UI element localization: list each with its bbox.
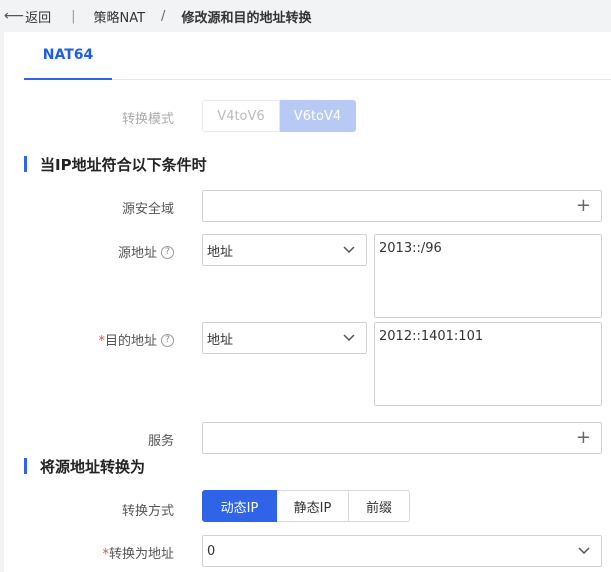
- add-icon[interactable]: +: [576, 429, 591, 447]
- help-icon[interactable]: ?: [161, 334, 174, 347]
- breadcrumb-slash: /: [161, 8, 166, 24]
- conversion-mode-label: 转换模式: [121, 112, 174, 127]
- condition-section-title: 当IP地址符合以下条件时: [24, 154, 207, 175]
- chevron-down-icon: [343, 246, 355, 254]
- dest-address-label: *目的地址?: [4, 330, 174, 349]
- conversion-mode-segmented: V4toV6 V6toV4: [202, 100, 356, 132]
- mode-v6tov4-option[interactable]: V6toV4: [280, 100, 356, 132]
- dest-address-type-value: 地址: [207, 332, 234, 348]
- form-panel: NAT64 转换模式 V4toV6 V6toV4 当IP地址符合以下条件时 源安…: [4, 32, 611, 572]
- help-icon[interactable]: ?: [161, 246, 174, 259]
- back-arrow-icon: ⟵: [4, 8, 25, 24]
- mode-v4tov6-option[interactable]: V4toV6: [202, 100, 280, 132]
- breadcrumb-current: 修改源和目的地址转换: [181, 10, 312, 26]
- chevron-down-icon: [578, 547, 590, 555]
- method-dynamic-ip-option[interactable]: 动态IP: [202, 490, 277, 522]
- method-static-ip-option[interactable]: 静态IP: [277, 490, 349, 522]
- translate-to-select[interactable]: 0: [202, 535, 602, 567]
- translate-section-title: 将源地址转换为: [24, 456, 145, 477]
- translate-method-segmented: 动态IP 静态IP 前缀: [202, 490, 410, 522]
- source-address-input[interactable]: 2013::/96: [374, 234, 602, 318]
- source-address-label: 源地址?: [4, 242, 174, 261]
- service-field[interactable]: +: [202, 422, 602, 454]
- translate-to-text: 转换为地址: [108, 547, 174, 562]
- add-icon[interactable]: +: [576, 197, 591, 215]
- source-address-type-value: 地址: [207, 244, 234, 260]
- service-label: 服务: [147, 434, 174, 449]
- dest-address-text: 目的地址: [104, 334, 157, 349]
- translate-method-label: 转换方式: [121, 504, 174, 519]
- tab-bar: NAT64: [24, 32, 611, 80]
- source-zone-label: 源安全域: [121, 202, 174, 217]
- breadcrumb: ⟵ 返回 | 策略NAT / 修改源和目的地址转换: [0, 0, 611, 32]
- back-label: 返回: [25, 10, 52, 26]
- breadcrumb-separator: |: [71, 8, 76, 24]
- dest-address-input[interactable]: 2012::1401:101: [374, 322, 602, 406]
- dest-address-type-select[interactable]: 地址: [202, 322, 367, 354]
- back-button[interactable]: ⟵ 返回: [4, 7, 51, 26]
- tab-nat64[interactable]: NAT64: [24, 32, 112, 80]
- breadcrumb-parent[interactable]: 策略NAT: [93, 7, 145, 26]
- translate-to-label: *转换为地址: [4, 543, 174, 562]
- method-prefix-option[interactable]: 前缀: [349, 490, 410, 522]
- source-zone-field[interactable]: +: [202, 190, 602, 222]
- source-address-text: 源地址: [117, 246, 157, 261]
- source-address-type-select[interactable]: 地址: [202, 234, 367, 266]
- chevron-down-icon: [343, 334, 355, 342]
- translate-to-value: 0: [207, 543, 216, 559]
